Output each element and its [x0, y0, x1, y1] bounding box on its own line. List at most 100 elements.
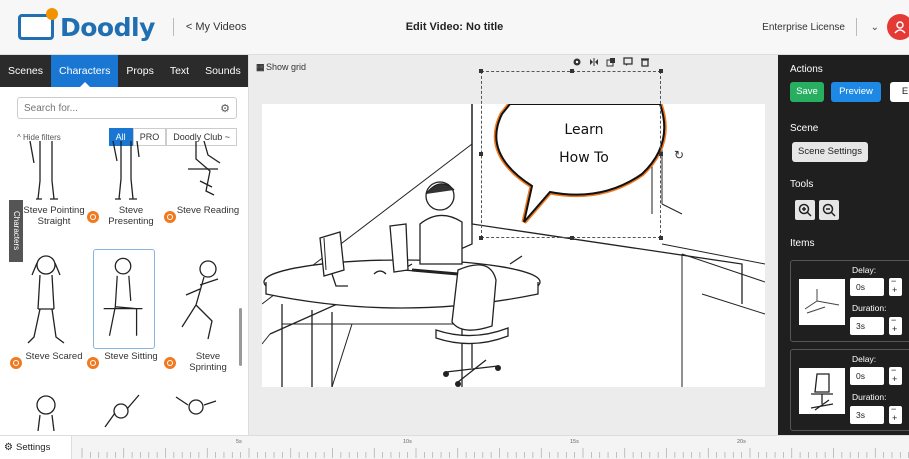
show-grid-toggle[interactable]: ▦ Show grid [256, 62, 306, 73]
timeline-bar: ⚙ Settings 5s 10s 15s 20s [0, 435, 909, 459]
character-thumbnail [104, 394, 140, 428]
user-avatar-button[interactable] [887, 14, 909, 40]
actions-heading: Actions [790, 64, 823, 75]
element-toolbar [572, 57, 650, 67]
resize-handle[interactable] [479, 236, 483, 240]
user-icon [894, 21, 906, 34]
export-button[interactable]: E [890, 82, 909, 102]
character-thumbnail [112, 141, 140, 200]
timeline-ruler[interactable]: 5s 10s 15s 20s [78, 436, 909, 459]
doodly-logo-icon [18, 8, 58, 40]
preview-button[interactable]: Preview [831, 82, 881, 102]
timeline-label: 10s [403, 439, 412, 445]
tab-characters[interactable]: Characters [51, 55, 119, 87]
scene-heading: Scene [790, 123, 819, 134]
license-label: Enterprise License [762, 21, 845, 33]
trash-icon[interactable] [640, 57, 650, 67]
character-thumbnail [188, 141, 221, 196]
items-heading: Items [790, 238, 815, 249]
search-input[interactable] [24, 102, 221, 114]
character-thumbnail [175, 396, 217, 415]
grid-icon: ▦ [256, 62, 264, 72]
search-box: ⚙ [17, 97, 237, 119]
comment-icon[interactable] [623, 57, 633, 67]
duration-label: Duration: [852, 303, 887, 313]
character-card[interactable]: Steve Sprinting [164, 251, 240, 373]
flip-icon[interactable] [589, 57, 599, 67]
app-header: Doodly < My Videos Edit Video: No title … [0, 0, 909, 55]
chevron-down-icon[interactable]: ⌄ [871, 22, 879, 33]
tools-heading: Tools [790, 179, 814, 190]
tab-props[interactable]: Props [118, 55, 161, 87]
character-card[interactable]: Steve Scared [10, 251, 86, 371]
timeline-label: 15s [570, 439, 579, 445]
delay-input[interactable]: 0s [850, 367, 884, 385]
doodly-brand-text: Doodly [60, 12, 155, 42]
duration-stepper[interactable] [889, 315, 902, 335]
resize-handle[interactable] [570, 69, 574, 73]
item-card[interactable]: Delay: 0s Duration: 3s [790, 349, 909, 431]
delay-stepper[interactable] [889, 365, 902, 385]
save-button[interactable]: Save [790, 82, 824, 102]
characters-vertical-tab[interactable]: Characters [9, 200, 23, 262]
resize-handle[interactable] [570, 236, 574, 240]
zoom-out-icon [822, 203, 836, 217]
resize-handle[interactable] [479, 152, 483, 156]
my-videos-link[interactable]: < My Videos [186, 21, 247, 33]
character-label: Steve Sprinting [164, 351, 240, 373]
zoom-out-button[interactable] [819, 200, 839, 220]
duration-label: Duration: [852, 392, 887, 402]
scene-settings-button[interactable]: Scene Settings [792, 142, 868, 162]
rotate-icon[interactable]: ↻ [674, 148, 684, 162]
header-divider [172, 18, 174, 36]
delay-label: Delay: [852, 354, 877, 364]
gear-icon: ⚙ [4, 442, 13, 453]
character-card[interactable] [87, 391, 163, 431]
selection-box[interactable]: ↻ [479, 69, 684, 240]
zoom-in-icon [798, 203, 812, 217]
properties-panel: Actions Save Preview E Scene Scene Setti… [778, 55, 909, 435]
zoom-in-button[interactable] [795, 200, 815, 220]
character-label: Steve Reading [164, 205, 240, 223]
character-card[interactable] [164, 391, 240, 431]
resize-handle[interactable] [659, 152, 663, 156]
timeline-label: 5s [236, 439, 242, 445]
character-card[interactable]: Steve Sitting [87, 249, 163, 371]
item-thumbnail [799, 279, 845, 325]
character-card[interactable]: Steve Reading [164, 141, 240, 251]
character-card[interactable]: Steve Presenting [87, 141, 163, 251]
duration-stepper[interactable] [889, 404, 902, 424]
settings-icon[interactable]: ⚙ [220, 102, 230, 115]
delay-input[interactable]: 0s [850, 278, 884, 296]
character-thumbnail [29, 141, 58, 200]
item-card[interactable]: Delay: 0s Duration: 3s [790, 260, 909, 342]
pro-badge-icon [87, 357, 99, 369]
asset-scrollbar[interactable] [239, 308, 242, 366]
item-thumbnail [799, 368, 845, 414]
duration-input[interactable]: 3s [850, 406, 884, 424]
pro-badge-icon [10, 357, 22, 369]
pro-badge-icon [164, 211, 176, 223]
delay-stepper[interactable] [889, 276, 902, 296]
resize-handle[interactable] [659, 236, 663, 240]
doodly-logo[interactable]: Doodly [18, 8, 155, 42]
pro-badge-icon [87, 211, 99, 223]
character-thumbnail [36, 395, 56, 431]
tab-sounds[interactable]: Sounds [197, 55, 248, 87]
timeline-label: 20s [737, 439, 746, 445]
tab-scenes[interactable]: Scenes [0, 55, 51, 87]
delay-label: Delay: [852, 265, 877, 275]
gear-icon[interactable] [572, 57, 582, 67]
asset-panel: Scenes Characters Props Text Sounds ⚙ ^ … [0, 55, 249, 435]
character-thumbnail [27, 255, 65, 344]
timeline-ticks [81, 448, 909, 458]
resize-handle[interactable] [479, 69, 483, 73]
character-card[interactable] [10, 391, 86, 431]
duration-input[interactable]: 3s [850, 317, 884, 335]
character-thumbnail [181, 260, 219, 340]
tab-text[interactable]: Text [162, 55, 197, 87]
resize-handle[interactable] [659, 69, 663, 73]
settings-button[interactable]: ⚙ Settings [0, 436, 72, 459]
character-label: Steve Scared [10, 351, 86, 369]
bring-front-icon[interactable] [606, 57, 616, 67]
